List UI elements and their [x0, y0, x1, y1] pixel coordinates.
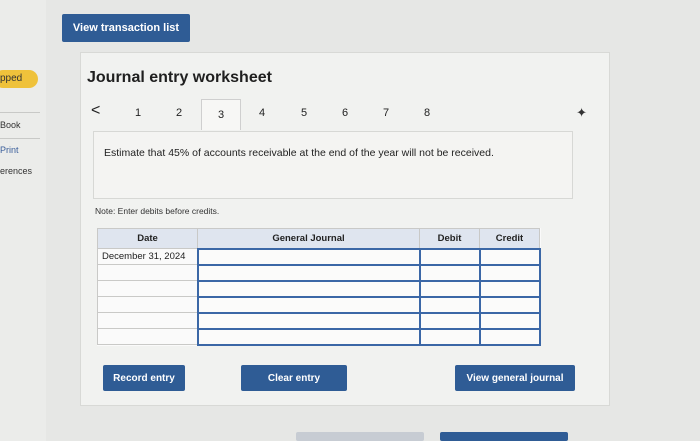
record-entry-button[interactable]: Record entry [103, 365, 185, 391]
column-header-general-journal: General Journal [197, 228, 420, 249]
column-header-date: Date [97, 228, 198, 249]
description-text: Estimate that 45% of accounts receivable… [104, 147, 494, 159]
date-cell [97, 296, 198, 313]
table-header-row: Date General Journal Debit Credit [97, 228, 540, 249]
credit-input[interactable] [478, 311, 541, 330]
account-input[interactable] [196, 247, 421, 266]
sidebar-divider [0, 138, 40, 139]
sidebar-link-references[interactable]: erences [0, 166, 32, 176]
column-header-debit: Debit [419, 228, 480, 249]
page-tab-8[interactable]: 8 [424, 107, 430, 119]
journal-table: Date General Journal Debit Credit Decemb… [97, 228, 541, 346]
debit-credit-note: Note: Enter debits before credits. [95, 206, 220, 216]
date-cell [97, 280, 198, 297]
account-input[interactable] [196, 327, 421, 346]
bottom-next-button[interactable] [440, 432, 568, 441]
account-input[interactable] [196, 311, 421, 330]
date-cell: December 31, 2024 [97, 248, 198, 265]
debit-input[interactable] [418, 327, 481, 346]
journal-entry-worksheet-panel: Journal entry worksheet < 1 2 3 4 5 6 7 … [80, 52, 610, 406]
page-tab-3-active[interactable]: 3 [201, 99, 241, 130]
credit-input[interactable] [478, 327, 541, 346]
sidebar-status-badge: pped [0, 70, 38, 88]
table-row [97, 279, 541, 298]
debit-input[interactable] [418, 295, 481, 314]
date-cell [97, 264, 198, 281]
table-row [97, 263, 541, 282]
page-tab-4[interactable]: 4 [259, 107, 265, 119]
debit-input[interactable] [418, 247, 481, 266]
table-row [97, 311, 541, 330]
credit-input[interactable] [478, 263, 541, 282]
page-tab-6[interactable]: 6 [342, 107, 348, 119]
table-row: December 31, 2024 [97, 247, 541, 266]
date-cell [97, 312, 198, 329]
credit-input[interactable] [478, 279, 541, 298]
table-row [97, 327, 541, 346]
account-input[interactable] [196, 279, 421, 298]
chevron-left-icon[interactable]: < [91, 102, 100, 120]
date-cell [97, 328, 198, 345]
debit-input[interactable] [418, 263, 481, 282]
page-tab-2[interactable]: 2 [176, 107, 182, 119]
credit-input[interactable] [478, 295, 541, 314]
page-tab-5[interactable]: 5 [301, 107, 307, 119]
debit-input[interactable] [418, 279, 481, 298]
worksheet-pagination: < 1 2 3 4 5 6 7 8 ✦ [81, 99, 609, 130]
sidebar-divider [0, 112, 40, 113]
page-tab-1[interactable]: 1 [135, 107, 141, 119]
column-header-credit: Credit [479, 228, 540, 249]
credit-input[interactable] [478, 247, 541, 266]
bottom-disabled-button [296, 432, 424, 441]
transaction-description: Estimate that 45% of accounts receivable… [93, 131, 573, 199]
sidebar: pped Book Print erences [0, 0, 46, 441]
account-input[interactable] [196, 295, 421, 314]
table-row [97, 295, 541, 314]
sidebar-link-book[interactable]: Book [0, 120, 21, 130]
sidebar-link-print[interactable]: Print [0, 145, 19, 155]
view-transaction-list-button[interactable]: View transaction list [62, 14, 190, 42]
page-title: Journal entry worksheet [87, 69, 272, 86]
debit-input[interactable] [418, 311, 481, 330]
view-general-journal-button[interactable]: View general journal [455, 365, 575, 391]
clear-entry-button[interactable]: Clear entry [241, 365, 347, 391]
page-tab-3-label: 3 [217, 109, 225, 121]
account-input[interactable] [196, 263, 421, 282]
next-arrow-icon[interactable]: ✦ [576, 105, 587, 121]
page-tab-7[interactable]: 7 [383, 107, 389, 119]
